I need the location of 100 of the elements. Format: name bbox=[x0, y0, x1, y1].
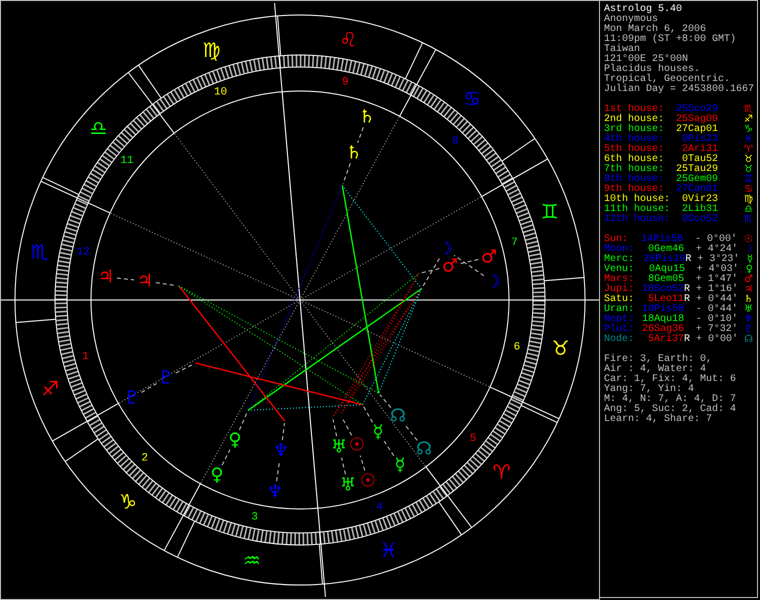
zodiac-sign-glyph: ♈ bbox=[492, 460, 511, 484]
house-number: 7 bbox=[511, 237, 518, 250]
sign-glyph: ♉ bbox=[744, 165, 753, 175]
leader-line bbox=[175, 363, 194, 374]
sign-glyph: ♏ bbox=[744, 215, 753, 225]
planet-name: Mars: bbox=[604, 275, 634, 285]
planet-glyph: ☿ bbox=[746, 255, 753, 265]
element-stats-line: Learn: 4, Share: 7 bbox=[604, 415, 714, 425]
chart-info-line: Julian Day = 2453800.1667 bbox=[604, 85, 756, 95]
chart-info-line: Mon March 6, 2006 bbox=[604, 25, 708, 35]
zodiac-sign-glyph: ♓ bbox=[380, 538, 398, 562]
sign-glyph: ♋ bbox=[744, 185, 753, 195]
planet-position: 18Aqu18 bbox=[641, 315, 684, 325]
planet-glyph: ♃ bbox=[744, 285, 753, 295]
house-label: 5th house: bbox=[604, 145, 666, 155]
leader-line bbox=[276, 461, 280, 482]
planet-glyph: ♀ bbox=[228, 430, 242, 450]
house-position: 0Tau52 bbox=[682, 155, 718, 165]
house-number: 8 bbox=[452, 135, 459, 148]
planet-glyph: ♄ bbox=[358, 106, 376, 128]
planet-position: 26Sag36 bbox=[641, 325, 684, 335]
house-label: 2nd house: bbox=[604, 115, 666, 125]
house-position: 0Pis23 bbox=[680, 135, 718, 145]
zodiac-sign-glyph: ♑ bbox=[119, 490, 137, 514]
house-number: 11 bbox=[120, 154, 134, 167]
planet-name: Merc: bbox=[604, 255, 634, 265]
house-position: 27Can01 bbox=[674, 185, 718, 195]
planet-glyph: ♅ bbox=[744, 305, 753, 315]
planet-name: Satu: bbox=[604, 295, 634, 305]
planet-glyph: ♂ bbox=[744, 275, 753, 285]
house-label: 10th house: bbox=[604, 195, 670, 205]
planet-glyph: ♇ bbox=[124, 388, 140, 408]
planet-position: 5Leo11 bbox=[648, 295, 684, 305]
planet-glyph: ♇ bbox=[744, 325, 753, 335]
leader-line bbox=[357, 126, 364, 144]
house-label: 7th house: bbox=[604, 165, 666, 175]
house-position: 25Sco29 bbox=[674, 105, 718, 115]
chart-info-line: Placidus houses. bbox=[604, 65, 700, 75]
chart-info-line: 121°00E 25°00N bbox=[604, 55, 688, 65]
planet-motion: - 0°44' bbox=[694, 305, 739, 315]
planet-motion: + 0°44' bbox=[694, 295, 739, 305]
house-number: 3 bbox=[251, 511, 258, 524]
house-position: 25Sag09 bbox=[674, 115, 718, 125]
planet-name: Nept: bbox=[604, 315, 634, 325]
chart-info-line: 11:09pm (ST +8:00 GMT) bbox=[604, 35, 738, 45]
planet-name: Venu: bbox=[604, 265, 634, 275]
leader-line bbox=[341, 457, 346, 475]
leader-line bbox=[342, 162, 351, 184]
house-label: 4th house: bbox=[604, 135, 666, 145]
planet-position: 10Pis58 bbox=[641, 305, 684, 315]
sign-glyph: ♊ bbox=[744, 175, 753, 185]
planet-position: 8Gem05 bbox=[648, 275, 684, 285]
planet-motion: + 1°16' bbox=[694, 285, 739, 295]
planet-glyph: ♇ bbox=[158, 368, 174, 388]
sign-glyph: ♏ bbox=[744, 105, 753, 115]
planet-position: 18Sco52 bbox=[640, 285, 684, 295]
planet-motion: + 1°47' bbox=[694, 275, 739, 285]
house-position: 0Sco52 bbox=[680, 215, 718, 225]
house-number: 5 bbox=[470, 433, 476, 446]
chart-info-line: Tropical, Geocentric. bbox=[604, 75, 730, 85]
zodiac-sign-glyph: ♊ bbox=[540, 199, 559, 224]
house-label: 6th house: bbox=[604, 155, 666, 165]
planet-glyph: ☿ bbox=[394, 454, 406, 476]
planet-motion: - 0°00' bbox=[694, 235, 738, 245]
house-label: 3rd house: bbox=[604, 125, 666, 135]
element-stats-line: Fire: 3, Earth: 0, bbox=[604, 355, 714, 365]
sign-glyph: ♍ bbox=[744, 195, 753, 205]
planet-glyph: ♂ bbox=[480, 246, 498, 268]
planet-motion: + 4°03' bbox=[696, 265, 740, 275]
planet-glyph: ☊ bbox=[744, 335, 753, 345]
planet-glyph: ☊ bbox=[416, 438, 432, 460]
leader-line bbox=[384, 440, 394, 456]
planet-glyph: ♅ bbox=[340, 474, 356, 496]
element-stats-line: Yang: 7, Yin: 4 bbox=[604, 385, 694, 395]
zodiac-sign-glyph: ♉ bbox=[552, 336, 570, 360]
zodiac-sign-glyph: ♌ bbox=[339, 27, 358, 52]
zodiac-sign-glyph: ♏ bbox=[30, 240, 48, 264]
planet-glyph: ♄ bbox=[744, 295, 753, 305]
leader-line bbox=[140, 383, 158, 393]
sign-glyph: ♉ bbox=[744, 155, 753, 165]
planet-glyph: ♆ bbox=[744, 315, 753, 325]
planet-glyph: ♅ bbox=[330, 436, 348, 458]
element-stats-line: Ang: 5, Suc: 2, Cad: 4 bbox=[604, 405, 738, 415]
house-number: 6 bbox=[514, 341, 520, 354]
planet-name: Moon: bbox=[604, 245, 634, 255]
house-number: 2 bbox=[141, 452, 148, 465]
planet-motion: + 7°32' bbox=[694, 325, 739, 335]
retrograde-label: R bbox=[684, 334, 690, 345]
retrograde-label: R bbox=[684, 284, 690, 295]
house-position: 2Lib31 bbox=[680, 205, 718, 215]
house-label: 1st house: bbox=[604, 105, 666, 115]
chart-info-line: Taiwan bbox=[604, 45, 640, 55]
planet-glyph: ☊ bbox=[390, 406, 406, 426]
planet-glyph: ♀ bbox=[210, 464, 224, 486]
planet-motion: + 0°00' bbox=[694, 335, 739, 345]
planet-name: Uran: bbox=[604, 305, 634, 315]
planet-name: Sun: bbox=[604, 235, 628, 245]
house-position: 27Cap01 bbox=[674, 125, 718, 135]
planet-name: Jupi: bbox=[604, 285, 634, 295]
sign-glyph: ♐ bbox=[744, 115, 753, 125]
